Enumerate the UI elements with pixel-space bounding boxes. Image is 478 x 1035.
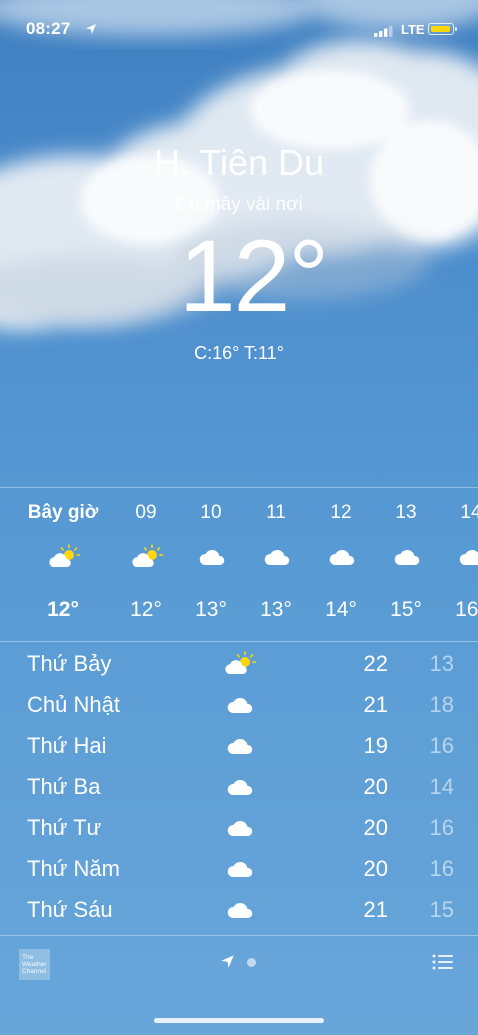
day-low: 13 [429, 651, 454, 676]
day-name: Thứ Ba [27, 774, 101, 799]
partly-sunny-icon [130, 544, 164, 570]
signal-icon [374, 26, 393, 37]
weather-channel-logo[interactable]: The Weather Channel [19, 949, 50, 980]
day-low: 18 [429, 692, 454, 717]
day-row: Thứ Sáu 21 15 [0, 891, 478, 932]
battery-icon [428, 23, 457, 35]
bottom-toolbar: The Weather Channel [0, 936, 478, 1035]
day-row: Thứ Hai 19 16 [0, 727, 478, 768]
day-high: 19 [363, 733, 388, 758]
day-low: 16 [429, 733, 454, 758]
cloud-icon [222, 774, 258, 800]
city-list-icon[interactable] [432, 954, 454, 970]
status-bar: 08:27 LTE [0, 0, 478, 60]
cloud-icon [222, 692, 258, 718]
condition-text: Có mây vài nơi [175, 194, 303, 215]
cloud-icon [222, 733, 258, 759]
day-high: 20 [363, 774, 388, 799]
current-temperature: 12° [178, 219, 329, 333]
day-name: Thứ Năm [27, 856, 120, 881]
network-type: LTE [401, 22, 425, 37]
day-name: Thứ Sáu [27, 897, 113, 922]
hour-temp: 16° [455, 598, 478, 621]
day-name: Thứ Bảy [27, 651, 112, 676]
cloud-icon [222, 856, 258, 882]
day-low: 15 [429, 897, 454, 922]
day-row: Chủ Nhật 21 18 [0, 686, 478, 727]
day-row: Thứ Năm 20 16 [0, 850, 478, 891]
day-high: 22 [363, 651, 388, 676]
location-arrow-icon [86, 24, 96, 34]
partly-sunny-icon [47, 544, 81, 570]
hourly-forecast[interactable]: Bây giờ 12° 09 12° 10 13° 11 13° 12 14° … [0, 488, 478, 640]
status-time: 08:27 [26, 19, 71, 38]
cloud-icon [390, 544, 424, 570]
day-low: 14 [429, 774, 454, 799]
day-high: 20 [363, 815, 388, 840]
day-row: Thứ Bảy 22 13 [0, 645, 478, 686]
cloud-icon [455, 544, 478, 570]
hour-temp: 12° [47, 598, 79, 621]
day-row: Thứ Tư 20 16 [0, 809, 478, 850]
day-name: Thứ Tư [27, 815, 102, 840]
cloud-icon [260, 544, 294, 570]
cloud-icon [222, 897, 258, 923]
day-name: Chủ Nhật [27, 692, 120, 717]
day-high: 21 [363, 692, 388, 717]
cloud-icon [222, 815, 258, 841]
day-high: 21 [363, 897, 388, 922]
home-indicator[interactable] [154, 1018, 324, 1023]
day-high: 20 [363, 856, 388, 881]
current-location-icon[interactable] [220, 954, 235, 969]
day-low: 16 [429, 815, 454, 840]
cloud-icon [195, 544, 229, 570]
hour-label: Bây giờ [27, 502, 99, 523]
day-row: Thứ Ba 20 14 [0, 768, 478, 809]
cloud-icon [325, 544, 359, 570]
day-low: 16 [429, 856, 454, 881]
day-name: Thứ Hai [27, 733, 107, 758]
location-name: H. Tiên Du [153, 142, 325, 183]
page-indicator-dot[interactable] [247, 958, 256, 967]
high-low: C:16° T:11° [194, 343, 284, 363]
divider [0, 641, 478, 642]
partly-sunny-icon [222, 651, 258, 677]
hour-label: 14 [460, 502, 478, 523]
